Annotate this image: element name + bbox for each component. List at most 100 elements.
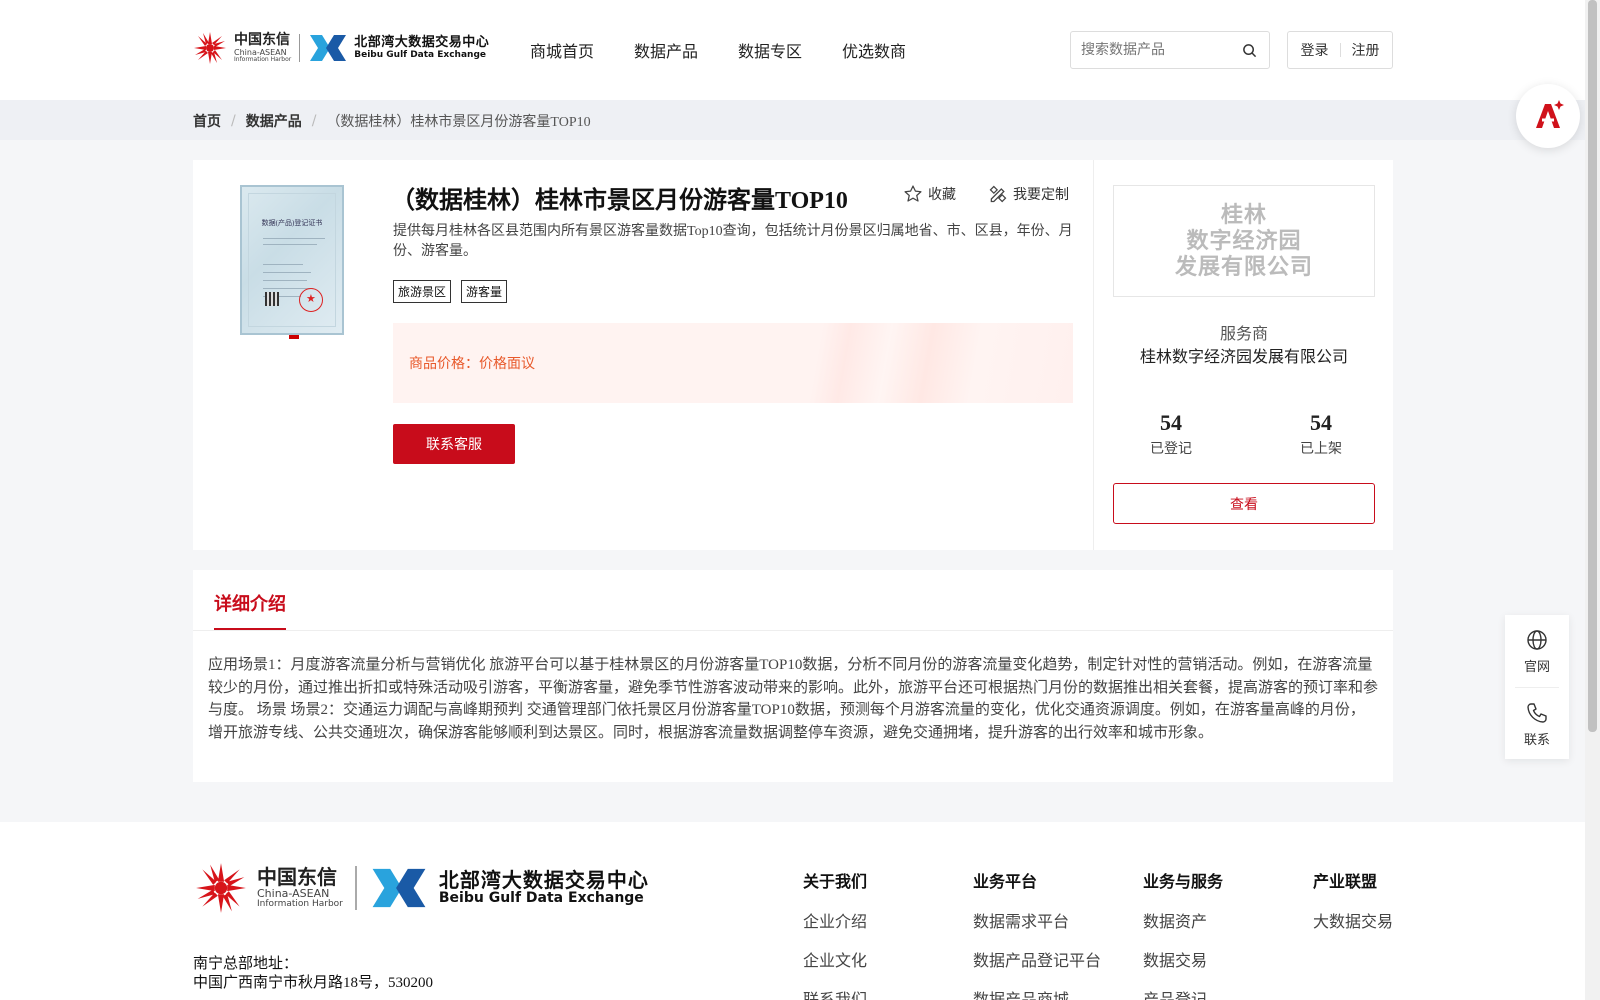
product-description: 提供每月桂林各区县范围内所有景区游客量数据Top10查询，包括统计月份景区归属地…	[393, 224, 1073, 259]
product-tags: 旅游景区 游客量	[393, 280, 508, 303]
breadcrumb-separator: /	[231, 113, 236, 129]
customize-button[interactable]: 我要定制	[988, 184, 1069, 204]
certificate-border: 数据(产品)登记证书	[248, 193, 336, 327]
provider-logo[interactable]: 桂林 数字经济园 发展有限公司	[1113, 185, 1375, 297]
provider-label: 服务商	[1219, 324, 1268, 343]
auth-box: 登录 注册	[1287, 31, 1393, 69]
globe-icon	[1527, 630, 1547, 650]
nav-data-products[interactable]: 数据产品	[634, 38, 698, 62]
tag-visitor-volume[interactable]: 游客量	[461, 280, 508, 303]
official-site-button[interactable]: 官网	[1505, 628, 1569, 675]
image-carousel-indicator[interactable]	[289, 335, 299, 339]
logo-separator	[299, 34, 301, 62]
breadcrumb-home[interactable]: 首页	[193, 111, 221, 131]
beibu-gulf-cn: 北部湾大数据交易中心	[354, 35, 490, 50]
information-harbor-en: Information Harbor	[234, 56, 292, 63]
scrollbar-thumb[interactable]	[1588, 0, 1597, 732]
footer-link[interactable]: 企业介绍	[803, 908, 867, 932]
footer-link[interactable]: 数据资产	[1143, 908, 1223, 932]
customize-icon	[989, 185, 1007, 203]
certificate-line	[263, 264, 303, 265]
product-title: （数据桂林）桂林市景区月份游客量TOP10	[391, 188, 848, 214]
nav-selected-merchants[interactable]: 优选数商	[842, 38, 906, 62]
listed-label: 已上架	[1300, 441, 1342, 457]
product-card: 数据(产品)登记证书 （数据桂林）桂林市景区月份游客量TOP10 收藏 我要定制…	[193, 160, 1393, 550]
footer-china-asean-en: China-ASEAN	[257, 887, 330, 900]
footer-link[interactable]: 数据交易	[1143, 947, 1223, 971]
registered-count: 54	[1160, 410, 1182, 435]
tag-tourist-attraction[interactable]: 旅游景区	[393, 280, 452, 303]
phone-icon	[1527, 703, 1547, 723]
footer-link[interactable]: 联系我们	[803, 986, 867, 1000]
nav-data-zone[interactable]: 数据专区	[738, 38, 802, 62]
certificate-seal	[299, 288, 323, 312]
search-box	[1070, 31, 1270, 69]
footer-beibu-gulf-en: Beibu Gulf Data Exchange	[438, 890, 644, 907]
register-link[interactable]: 注册	[1352, 40, 1380, 60]
detail-divider	[193, 630, 1393, 631]
favorite-button[interactable]: 收藏	[903, 184, 956, 204]
certificate-line	[263, 272, 311, 273]
side-toolbar: 官网 联系	[1505, 615, 1569, 759]
price-box: 商品价格：价格面议	[393, 323, 1073, 403]
china-telecom-flower-icon	[194, 32, 226, 64]
detail-section: 详细介绍 应用场景1：月度游客流量分析与营销优化 旅游平台可以基于桂林景区的月份…	[193, 570, 1393, 782]
beibu-gulf-mark-icon	[372, 868, 426, 908]
footer-link[interactable]: 数据产品登记平台	[973, 947, 1101, 971]
footer-heading: 关于我们	[803, 874, 868, 891]
breadcrumb-products[interactable]: 数据产品	[246, 111, 302, 131]
ai-assistant-icon	[1536, 100, 1564, 128]
china-telecom-flower-icon	[196, 863, 246, 913]
site-logo[interactable]: 中国东信 China-ASEAN Information Harbor 北部湾大…	[192, 28, 489, 68]
address: 中国广西南宁市秋月路18号，530200	[193, 975, 434, 991]
footer-beibu-gulf-cn: 北部湾大数据交易中心	[438, 868, 649, 893]
footer-heading: 产业联盟	[1313, 874, 1378, 891]
product-certificate-image[interactable]: 数据(产品)登记证书	[240, 185, 344, 339]
provider-logo-line: 发展有限公司	[1174, 254, 1313, 279]
footer-link[interactable]: 大数据交易	[1313, 908, 1393, 932]
footer-heading: 业务与服务	[1143, 874, 1224, 891]
contact-button[interactable]: 联系	[1505, 701, 1569, 748]
top-header: 中国东信 China-ASEAN Information Harbor 北部湾大…	[0, 0, 1585, 100]
contact-label: 联系	[1523, 733, 1550, 748]
customize-label: 我要定制	[1013, 187, 1069, 203]
footer-link[interactable]: 数据需求平台	[973, 908, 1101, 932]
footer: 中国东信 China-ASEAN Information Harbor 北部湾大…	[0, 822, 1585, 1000]
footer-information-harbor-en: Information Harbor	[257, 898, 343, 909]
footer-heading: 业务平台	[973, 874, 1038, 891]
official-site-label: 官网	[1523, 660, 1550, 675]
search-input[interactable]	[1071, 32, 1231, 68]
favorite-label: 收藏	[928, 187, 956, 203]
certificate-line	[263, 238, 325, 239]
address-label: 南宁总部地址：	[193, 956, 299, 972]
provider-name: 桂林数字经济园发展有限公司	[1139, 347, 1348, 366]
view-provider-button[interactable]: 查看	[1113, 483, 1375, 524]
ai-assistant-button[interactable]	[1516, 84, 1580, 148]
footer-col-about: 关于我们 企业介绍 企业文化 联系我们	[803, 868, 867, 1000]
page-scrollbar[interactable]	[1585, 0, 1600, 1000]
beibu-gulf-logo: 北部湾大数据交易中心 Beibu Gulf Data Exchange	[308, 33, 489, 63]
footer-link[interactable]: 企业文化	[803, 947, 867, 971]
certificate-qr-code	[265, 292, 279, 306]
registered-label: 已登记	[1150, 441, 1192, 457]
nav-mall-home[interactable]: 商城首页	[530, 38, 594, 62]
price-label: 商品价格：	[409, 357, 479, 372]
footer-logo-separator	[354, 866, 357, 910]
price-value: 价格面议	[479, 357, 535, 372]
footer-logo: 中国东信 China-ASEAN Information Harbor 北部湾大…	[193, 860, 649, 916]
footer-col-alliance: 产业联盟 大数据交易	[1313, 868, 1393, 947]
contact-service-button[interactable]: 联系客服	[393, 424, 515, 464]
beibu-gulf-mark-icon	[310, 35, 347, 61]
footer-link[interactable]: 产品登记	[1143, 986, 1223, 1000]
footer-link[interactable]: 数据产品商城	[973, 986, 1101, 1000]
login-link[interactable]: 登录	[1301, 40, 1329, 60]
footer-china-asean-cn: 中国东信	[257, 865, 337, 889]
tab-detail-intro[interactable]: 详细介绍	[214, 590, 286, 616]
side-toolbar-separator	[1515, 687, 1559, 688]
footer-col-platform: 业务平台 数据需求平台 数据产品登记平台 数据产品商城	[973, 868, 1101, 1000]
beibu-gulf-en: Beibu Gulf Data Exchange	[354, 50, 486, 60]
search-icon[interactable]	[1242, 43, 1257, 58]
china-asean-cn: 中国东信	[234, 32, 290, 48]
breadcrumb: 首页 / 数据产品 / （数据桂林）桂林市景区月份游客量TOP10	[0, 100, 1585, 140]
breadcrumb-current: （数据桂林）桂林市景区月份游客量TOP10	[326, 115, 591, 130]
